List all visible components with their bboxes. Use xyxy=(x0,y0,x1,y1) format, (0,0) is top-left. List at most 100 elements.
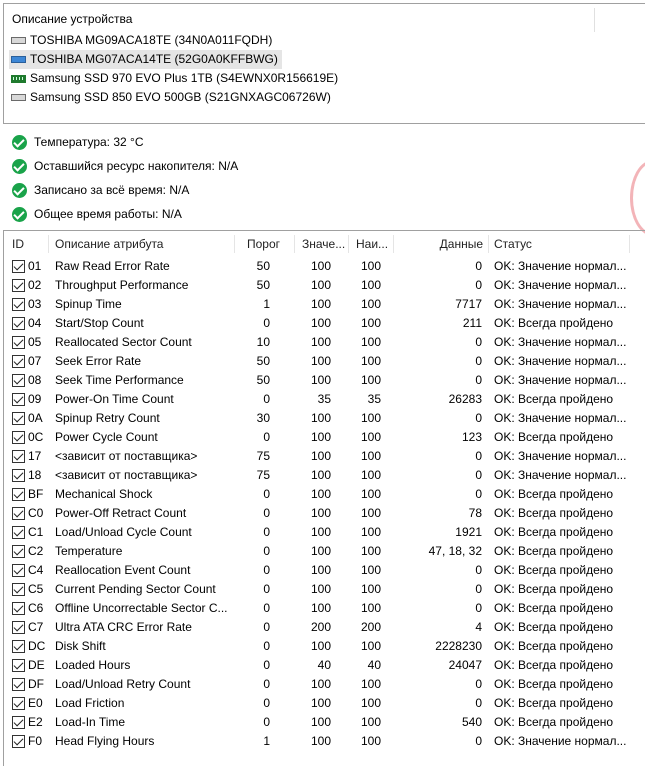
header-divider xyxy=(594,8,595,32)
device-item[interactable]: Samsung SSD 970 EVO Plus 1TB (S4EWNX0R15… xyxy=(9,69,342,88)
device-item[interactable]: TOSHIBA MG09ACA18TE (34N0A011FQDH) xyxy=(9,31,276,50)
col-value-header[interactable]: Значе... xyxy=(302,231,349,257)
cell-threshold: 0 xyxy=(263,639,270,653)
decorative-arc xyxy=(630,160,645,236)
col-worst-header[interactable]: Наи... xyxy=(356,231,394,257)
row-checkbox[interactable] xyxy=(12,279,25,292)
table-row[interactable]: F0 Head Flying Hours 1 100 100 0 OK: Значение … xyxy=(4,732,645,751)
col-description-header[interactable]: Описание атрибута xyxy=(55,231,235,257)
device-item[interactable]: Samsung SSD 850 EVO 500GB (S21GNXAGC0672… xyxy=(9,88,335,107)
cell-description: Spinup Time xyxy=(55,297,122,311)
cell-threshold: 0 xyxy=(263,392,270,406)
cell-status: OK: Значение нормал... xyxy=(494,335,627,349)
row-checkbox[interactable] xyxy=(12,602,25,615)
cell-raw-data: 123 xyxy=(461,430,482,444)
hdd-icon xyxy=(11,37,26,44)
table-row[interactable]: C2 Temperature 0 100 100 47, 18, 32 OK: Всегда… xyxy=(4,542,645,561)
col-threshold-header[interactable]: Порог xyxy=(247,231,295,257)
cell-worst: 100 xyxy=(360,430,381,444)
table-row[interactable]: 17 <зависит от поставщика> 75 100 100 0 OK: Зн… xyxy=(4,447,645,466)
cell-value: 40 xyxy=(317,658,331,672)
col-raw-header[interactable]: Данные xyxy=(399,231,489,257)
row-checkbox[interactable] xyxy=(12,374,25,387)
table-row[interactable]: 02 Throughput Performance 50 100 100 0 OK: Зна… xyxy=(4,276,645,295)
table-row[interactable]: E2 Load-In Time 0 100 100 540 OK: Всегда пройд… xyxy=(4,713,645,732)
cell-raw-data: 2228230 xyxy=(435,639,482,653)
cell-raw-data: 1921 xyxy=(455,525,482,539)
status-label: Температура: 32 °C xyxy=(34,135,144,149)
table-row[interactable]: 08 Seek Time Performance 50 100 100 0 OK: Знач… xyxy=(4,371,645,390)
cell-worst: 100 xyxy=(360,582,381,596)
cell-id: 0A xyxy=(28,411,43,425)
cell-id: 01 xyxy=(28,259,42,273)
row-checkbox[interactable] xyxy=(12,659,25,672)
cell-description: Load/Unload Retry Count xyxy=(55,677,191,691)
table-row[interactable]: C1 Load/Unload Cycle Count 0 100 100 1921 OK: … xyxy=(4,523,645,542)
table-row[interactable]: 09 Power-On Time Count 0 35 35 26283 OK: Всегд… xyxy=(4,390,645,409)
table-row[interactable]: 0C Power Cycle Count 0 100 100 123 OK: Всегда … xyxy=(4,428,645,447)
table-row[interactable]: BF Mechanical Shock 0 100 100 0 OK: Всегда про… xyxy=(4,485,645,504)
row-checkbox[interactable] xyxy=(12,412,25,425)
row-checkbox[interactable] xyxy=(12,393,25,406)
row-checkbox[interactable] xyxy=(12,735,25,748)
cell-status: OK: Значение нормал... xyxy=(494,468,627,482)
table-row[interactable]: C6 Offline Uncorrectable Sector C... 0 100 1… xyxy=(4,599,645,618)
row-checkbox[interactable] xyxy=(12,260,25,273)
row-checkbox[interactable] xyxy=(12,678,25,691)
device-list[interactable]: Описание устройства TOSHIBA MG09ACA18TE … xyxy=(3,3,645,124)
table-row[interactable]: C0 Power-Off Retract Count 0 100 100 78 OK: Вс… xyxy=(4,504,645,523)
table-row[interactable]: 0A Spinup Retry Count 30 100 100 0 OK: Значени… xyxy=(4,409,645,428)
table-row[interactable]: C4 Reallocation Event Count 0 100 100 0 OK: Вс… xyxy=(4,561,645,580)
table-body: 01 Raw Read Error Rate 50 100 100 0 OK: Значен… xyxy=(4,257,645,751)
cell-value: 100 xyxy=(310,430,331,444)
device-list-header[interactable]: Описание устройства xyxy=(12,12,132,26)
cell-threshold: 0 xyxy=(263,658,270,672)
col-id-header[interactable]: ID xyxy=(12,231,49,257)
table-row[interactable]: 03 Spinup Time 1 100 100 7717 OK: Значение нор… xyxy=(4,295,645,314)
cell-value: 200 xyxy=(310,620,331,634)
cell-worst: 100 xyxy=(360,734,381,748)
cell-status: OK: Значение нормал... xyxy=(494,449,627,463)
row-checkbox[interactable] xyxy=(12,450,25,463)
table-row[interactable]: DC Disk Shift 0 100 100 2228230 OK: Всегда про… xyxy=(4,637,645,656)
cell-id: C7 xyxy=(28,620,44,634)
table-row[interactable]: 05 Reallocated Sector Count 10 100 100 0 OK: З… xyxy=(4,333,645,352)
row-checkbox[interactable] xyxy=(12,469,25,482)
row-checkbox[interactable] xyxy=(12,355,25,368)
table-row[interactable]: C7 Ultra ATA CRC Error Rate 0 200 200 4 OK: Вс… xyxy=(4,618,645,637)
cell-raw-data: 0 xyxy=(475,487,482,501)
row-checkbox[interactable] xyxy=(12,431,25,444)
row-checkbox[interactable] xyxy=(12,621,25,634)
cell-worst: 100 xyxy=(360,316,381,330)
cell-worst: 100 xyxy=(360,335,381,349)
row-checkbox[interactable] xyxy=(12,640,25,653)
cell-description: Offline Uncorrectable Sector C... xyxy=(55,601,228,615)
col-status-header[interactable]: Статус xyxy=(494,231,630,257)
cell-worst: 100 xyxy=(360,259,381,273)
table-row[interactable]: DF Load/Unload Retry Count 0 100 100 0 OK: Все… xyxy=(4,675,645,694)
table-row[interactable]: 18 <зависит от поставщика> 75 100 100 0 OK: Зн… xyxy=(4,466,645,485)
row-checkbox[interactable] xyxy=(12,488,25,501)
cell-threshold: 0 xyxy=(263,525,270,539)
cell-worst: 100 xyxy=(360,297,381,311)
table-row[interactable]: 04 Start/Stop Count 0 100 100 211 OK: Всегда п… xyxy=(4,314,645,333)
table-row[interactable]: DE Loaded Hours 0 40 40 24047 OK: Всегда пройд… xyxy=(4,656,645,675)
row-checkbox[interactable] xyxy=(12,298,25,311)
row-checkbox[interactable] xyxy=(12,526,25,539)
table-row[interactable]: E0 Load Friction 0 100 100 0 OK: Всегда пройде… xyxy=(4,694,645,713)
device-item-selected[interactable]: TOSHIBA MG07ACA14TE (52G0A0KFFBWG) xyxy=(9,50,282,69)
table-row[interactable]: 07 Seek Error Rate 50 100 100 0 OK: Значение н… xyxy=(4,352,645,371)
cell-worst: 100 xyxy=(360,487,381,501)
table-row[interactable]: 01 Raw Read Error Rate 50 100 100 0 OK: Значен… xyxy=(4,257,645,276)
cell-value: 100 xyxy=(310,468,331,482)
row-checkbox[interactable] xyxy=(12,564,25,577)
row-checkbox[interactable] xyxy=(12,583,25,596)
smart-attribute-table[interactable]: ID Описание атрибута Порог Значе... Наи.… xyxy=(3,230,645,766)
row-checkbox[interactable] xyxy=(12,697,25,710)
row-checkbox[interactable] xyxy=(12,507,25,520)
row-checkbox[interactable] xyxy=(12,317,25,330)
table-row[interactable]: C5 Current Pending Sector Count 0 100 100 0 OK… xyxy=(4,580,645,599)
row-checkbox[interactable] xyxy=(12,716,25,729)
row-checkbox[interactable] xyxy=(12,545,25,558)
row-checkbox[interactable] xyxy=(12,336,25,349)
